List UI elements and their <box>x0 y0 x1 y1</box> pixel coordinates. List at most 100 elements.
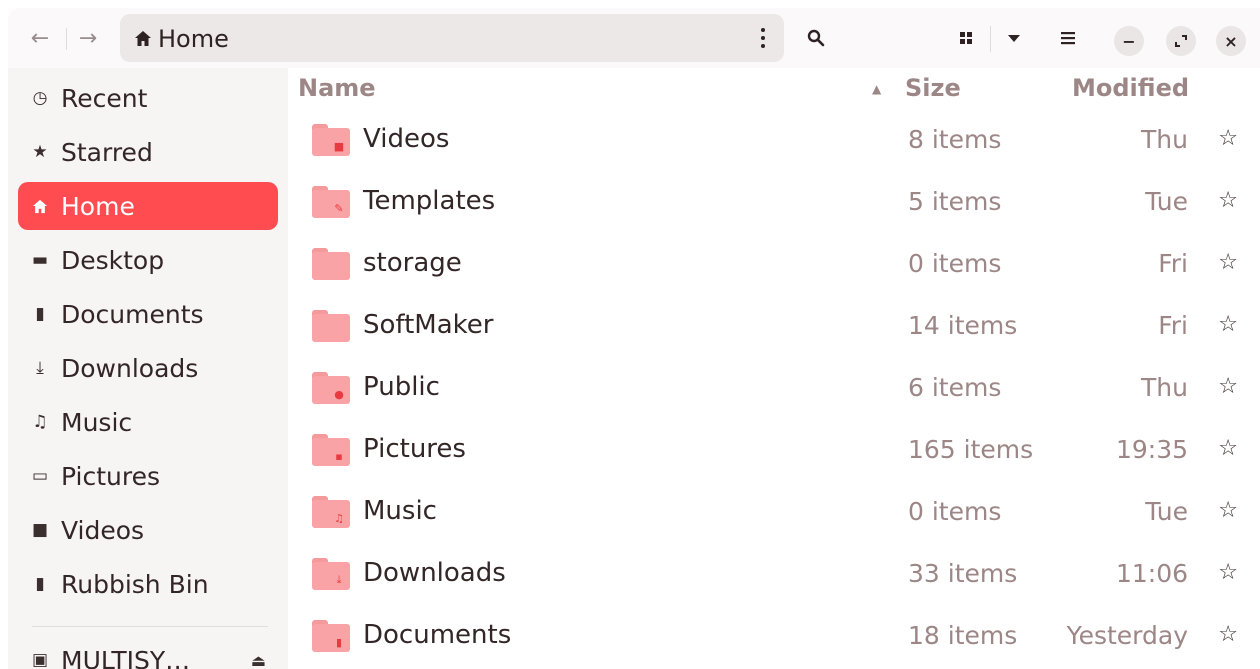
back-button[interactable]: ← <box>20 20 60 56</box>
star-outline-icon[interactable]: ☆ <box>1218 250 1238 275</box>
drive-icon: ▣ <box>31 650 49 669</box>
template-emblem-icon: ✎ <box>334 201 344 215</box>
sidebar-separator <box>32 626 268 627</box>
column-header-size[interactable]: Size <box>905 74 961 102</box>
file-size: 0 items <box>908 249 1002 278</box>
star-outline-icon[interactable]: ☆ <box>1218 126 1238 151</box>
path-menu-button[interactable] <box>752 24 774 52</box>
download-emblem-icon: ⤓ <box>336 573 342 586</box>
sidebar: ◷ Recent ★ Starred Home ▬ Desktop ▮ Docu… <box>8 68 288 669</box>
file-modified: Fri <box>1158 311 1188 340</box>
path-bar[interactable]: Home <box>120 14 784 62</box>
home-icon <box>29 199 51 214</box>
file-modified: Thu <box>1141 125 1188 154</box>
file-modified: Thu <box>1141 373 1188 402</box>
column-header-modified[interactable]: Modified <box>1072 74 1189 102</box>
desktop-icon: ▬ <box>31 250 49 270</box>
file-size: 6 items <box>908 373 1002 402</box>
star-outline-icon[interactable]: ☆ <box>1218 312 1238 337</box>
star-outline-icon[interactable]: ☆ <box>1218 188 1238 213</box>
column-header-name[interactable]: Name <box>298 74 376 102</box>
file-name: Templates <box>363 186 496 216</box>
file-manager-window: ← → Home − × ◷ Recent ★ Starred Home ▬ D… <box>8 8 1260 669</box>
table-row[interactable]: ■ Videos 8 items Thu ☆ <box>288 110 1260 172</box>
sidebar-item-label: Rubbish Bin <box>61 569 209 599</box>
star-outline-icon[interactable]: ☆ <box>1218 436 1238 461</box>
file-modified: Tue <box>1145 187 1188 216</box>
picture-emblem-icon: ▪ <box>335 449 343 463</box>
music-icon: ♫ <box>32 412 48 432</box>
star-outline-icon[interactable]: ☆ <box>1218 560 1238 585</box>
path-label[interactable]: Home <box>158 25 229 53</box>
sidebar-item-drive[interactable]: ▣ MULTISY… ⏏ <box>18 636 278 669</box>
chevron-down-icon <box>1008 35 1020 42</box>
sidebar-item-label: Videos <box>61 515 145 545</box>
main-menu-button[interactable] <box>1050 20 1086 56</box>
maximize-icon <box>1175 35 1187 47</box>
file-name: Downloads <box>363 558 506 588</box>
folder-icon: ■ <box>312 124 350 156</box>
nav-separator <box>66 28 67 50</box>
sidebar-item-home[interactable]: Home <box>18 182 278 230</box>
sidebar-item-videos[interactable]: ■ Videos <box>18 506 278 554</box>
sidebar-item-documents[interactable]: ▮ Documents <box>18 290 278 338</box>
table-row[interactable]: ▮ Documents 18 items Yesterday ☆ <box>288 606 1260 668</box>
sidebar-item-pictures[interactable]: ▭ Pictures <box>18 452 278 500</box>
eject-icon[interactable]: ⏏ <box>251 651 266 669</box>
home-icon <box>132 28 154 48</box>
table-row[interactable]: storage 0 items Fri ☆ <box>288 234 1260 296</box>
kebab-dot <box>761 36 765 40</box>
sidebar-item-starred[interactable]: ★ Starred <box>18 128 278 176</box>
arrow-right-icon: → <box>78 25 98 51</box>
file-list-view: Name ▲ Size Modified ■ Videos 8 items Th… <box>288 68 1260 669</box>
star-outline-icon[interactable]: ☆ <box>1218 622 1238 647</box>
sidebar-item-downloads[interactable]: ⤓ Downloads <box>18 344 278 392</box>
sidebar-item-label: Music <box>61 407 133 437</box>
grid-view-button[interactable] <box>948 20 984 56</box>
sidebar-item-label: Starred <box>61 137 153 167</box>
arrow-left-icon: ← <box>30 25 50 51</box>
star-icon: ★ <box>32 142 48 162</box>
file-name: SoftMaker <box>363 310 494 340</box>
forward-button[interactable]: → <box>68 20 108 56</box>
table-row[interactable]: SoftMaker 14 items Fri ☆ <box>288 296 1260 358</box>
search-button[interactable] <box>798 20 834 56</box>
table-row[interactable]: ⤓ Downloads 33 items 11:06 ☆ <box>288 544 1260 606</box>
star-outline-icon[interactable]: ☆ <box>1218 374 1238 399</box>
file-name: Public <box>363 372 440 402</box>
sidebar-item-label: Pictures <box>61 461 160 491</box>
file-name: storage <box>363 248 462 278</box>
table-row[interactable]: ▪ Pictures 165 items 19:35 ☆ <box>288 420 1260 482</box>
maximize-button[interactable] <box>1166 26 1196 56</box>
music-emblem-icon: ♫ <box>334 511 344 525</box>
sidebar-item-rubbish-bin[interactable]: ▮ Rubbish Bin <box>18 560 278 608</box>
search-icon <box>807 29 825 47</box>
view-separator <box>990 26 991 52</box>
sidebar-item-label: Downloads <box>61 353 199 383</box>
folder-icon: ● <box>312 372 350 404</box>
file-size: 165 items <box>908 435 1034 464</box>
sidebar-item-recent[interactable]: ◷ Recent <box>18 74 278 122</box>
view-options-button[interactable] <box>996 20 1032 56</box>
table-row[interactable]: ♫ Music 0 items Tue ☆ <box>288 482 1260 544</box>
grid-icon <box>960 32 972 44</box>
close-button[interactable]: × <box>1216 26 1246 56</box>
file-name: Pictures <box>363 434 466 464</box>
sidebar-item-label: Documents <box>61 299 204 329</box>
sidebar-item-label: Recent <box>61 83 148 113</box>
folder-icon: ▮ <box>312 620 350 652</box>
folder-icon: ✎ <box>312 186 350 218</box>
file-size: 14 items <box>908 311 1018 340</box>
table-row[interactable]: ✎ Templates 5 items Tue ☆ <box>288 172 1260 234</box>
sidebar-item-desktop[interactable]: ▬ Desktop <box>18 236 278 284</box>
folder-icon: ⤓ <box>312 558 350 590</box>
sidebar-item-label: Desktop <box>61 245 165 275</box>
minimize-button[interactable]: − <box>1114 26 1144 56</box>
star-outline-icon[interactable]: ☆ <box>1218 498 1238 523</box>
file-size: 5 items <box>908 187 1002 216</box>
folder-icon <box>312 248 350 280</box>
file-modified: 11:06 <box>1115 559 1188 588</box>
sidebar-item-music[interactable]: ♫ Music <box>18 398 278 446</box>
table-row[interactable]: ● Public 6 items Thu ☆ <box>288 358 1260 420</box>
folder-icon: ♫ <box>312 496 350 528</box>
